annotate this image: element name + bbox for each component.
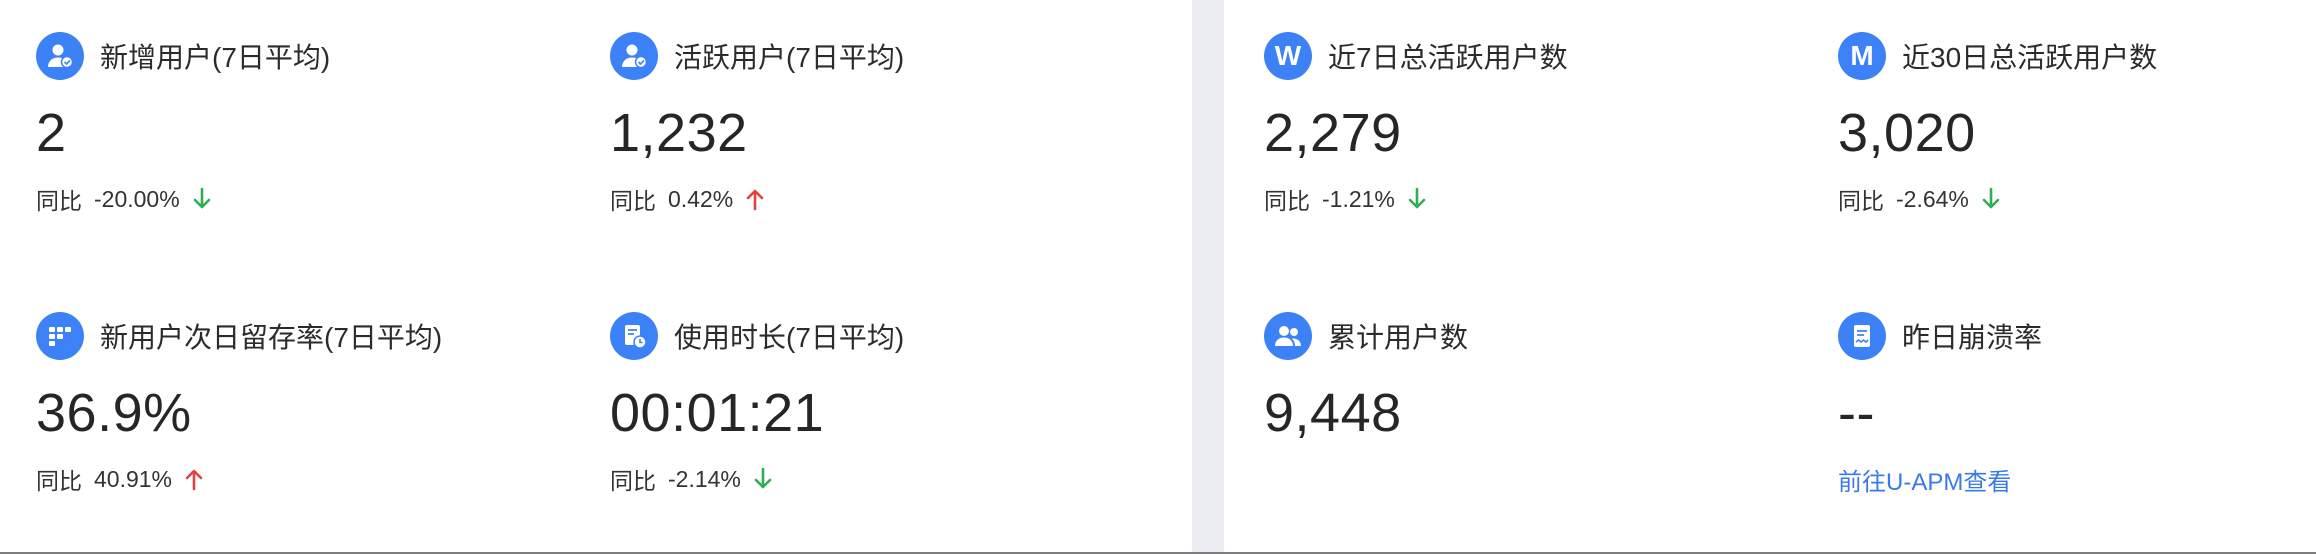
metric-card-header: 新用户次日留存率(7日平均) — [36, 312, 442, 360]
metric-card-monthly-active: M 近30日总活跃用户数 3,020 同比 -2.64% — [1838, 32, 2316, 262]
clock-doc-icon — [610, 312, 658, 360]
metric-card-usage-duration: 使用时长(7日平均) 00:01:21 同比 -2.14% — [610, 312, 1130, 542]
metric-title: 活跃用户(7日平均) — [674, 42, 905, 73]
metric-title: 新用户次日留存率(7日平均) — [100, 322, 443, 353]
metric-card-header: W 近7日总活跃用户数 — [1264, 32, 1568, 80]
comparison-label: 同比 — [1264, 188, 1310, 214]
metric-card-active-users: 活跃用户(7日平均) 1,232 同比 0.42% — [610, 32, 1130, 262]
arrow-down-icon — [753, 467, 773, 491]
metric-title: 累计用户数 — [1328, 322, 1469, 353]
metric-comparison: 同比 -1.21% — [1264, 182, 1427, 216]
comparison-label: 同比 — [610, 468, 656, 494]
users-icon — [1264, 312, 1312, 360]
letter-m-icon: M — [1838, 32, 1886, 80]
letter-w-icon: W — [1264, 32, 1312, 80]
metric-comparison: 同比 0.42% — [610, 182, 765, 216]
comparison-label: 同比 — [1838, 188, 1884, 214]
metric-value: 2,279 — [1264, 103, 1402, 163]
comparison-value: -20.00% — [94, 185, 180, 212]
metric-title: 近30日总活跃用户数 — [1902, 42, 2158, 73]
comparison-value: -1.21% — [1322, 185, 1395, 212]
metric-comparison: 同比 -20.00% — [36, 182, 212, 216]
comparison-value: -2.64% — [1896, 185, 1969, 212]
overview-panel-right: W 近7日总活跃用户数 2,279 同比 -1.21% M 近30日总活跃用户数… — [1224, 0, 2316, 552]
comparison-label: 同比 — [610, 188, 656, 214]
metric-title: 使用时长(7日平均) — [674, 322, 905, 353]
overview-panel-left: 新增用户(7日平均) 2 同比 -20.00% 活跃用户(7日平均) 1,232… — [0, 0, 1192, 552]
metric-value: -- — [1838, 383, 1875, 443]
metric-value: 9,448 — [1264, 383, 1402, 443]
metric-title: 新增用户(7日平均) — [100, 42, 331, 73]
metric-card-header: 使用时长(7日平均) — [610, 312, 904, 360]
view-in-uapm-link[interactable]: 前往U-APM查看 — [1838, 462, 2011, 497]
metric-card-header: 累计用户数 — [1264, 312, 1468, 360]
metric-card-header: 新增用户(7日平均) — [36, 32, 330, 80]
metric-comparison: 同比 -2.64% — [1838, 182, 2001, 216]
metric-title: 昨日崩溃率 — [1902, 322, 2043, 353]
user-check-icon — [36, 32, 84, 80]
comparison-value: -2.14% — [668, 465, 741, 492]
comparison-label: 同比 — [36, 468, 82, 494]
grid-icon — [36, 312, 84, 360]
comparison-value: 0.42% — [668, 185, 734, 212]
crash-report-icon — [1838, 312, 1886, 360]
metric-comparison: 同比 -2.14% — [610, 462, 773, 496]
arrow-up-icon — [745, 187, 765, 211]
metric-card-weekly-active: W 近7日总活跃用户数 2,279 同比 -1.21% — [1264, 32, 1784, 262]
metric-card-header: 昨日崩溃率 — [1838, 312, 2042, 360]
metric-value: 1,232 — [610, 103, 748, 163]
arrow-up-icon — [184, 467, 204, 491]
user-check-icon — [610, 32, 658, 80]
metric-card-retention: 新用户次日留存率(7日平均) 36.9% 同比 40.91% — [36, 312, 556, 542]
metric-title: 近7日总活跃用户数 — [1328, 42, 1568, 73]
metric-value: 3,020 — [1838, 103, 1976, 163]
metric-comparison: 同比 40.91% — [36, 462, 204, 496]
metric-card-total-users: 累计用户数 9,448 — [1264, 312, 1784, 542]
metric-value: 00:01:21 — [610, 383, 825, 443]
metric-card-header: 活跃用户(7日平均) — [610, 32, 904, 80]
metric-value: 2 — [36, 103, 67, 163]
metric-card-crash-rate: 昨日崩溃率 -- 前往U-APM查看 — [1838, 312, 2316, 542]
metric-card-new-users: 新增用户(7日平均) 2 同比 -20.00% — [36, 32, 556, 262]
metric-card-header: M 近30日总活跃用户数 — [1838, 32, 2157, 80]
arrow-down-icon — [1981, 187, 2001, 211]
arrow-down-icon — [1407, 187, 1427, 211]
comparison-label: 同比 — [36, 188, 82, 214]
arrow-down-icon — [192, 187, 212, 211]
comparison-value: 40.91% — [94, 465, 173, 492]
metric-value: 36.9% — [36, 383, 192, 443]
